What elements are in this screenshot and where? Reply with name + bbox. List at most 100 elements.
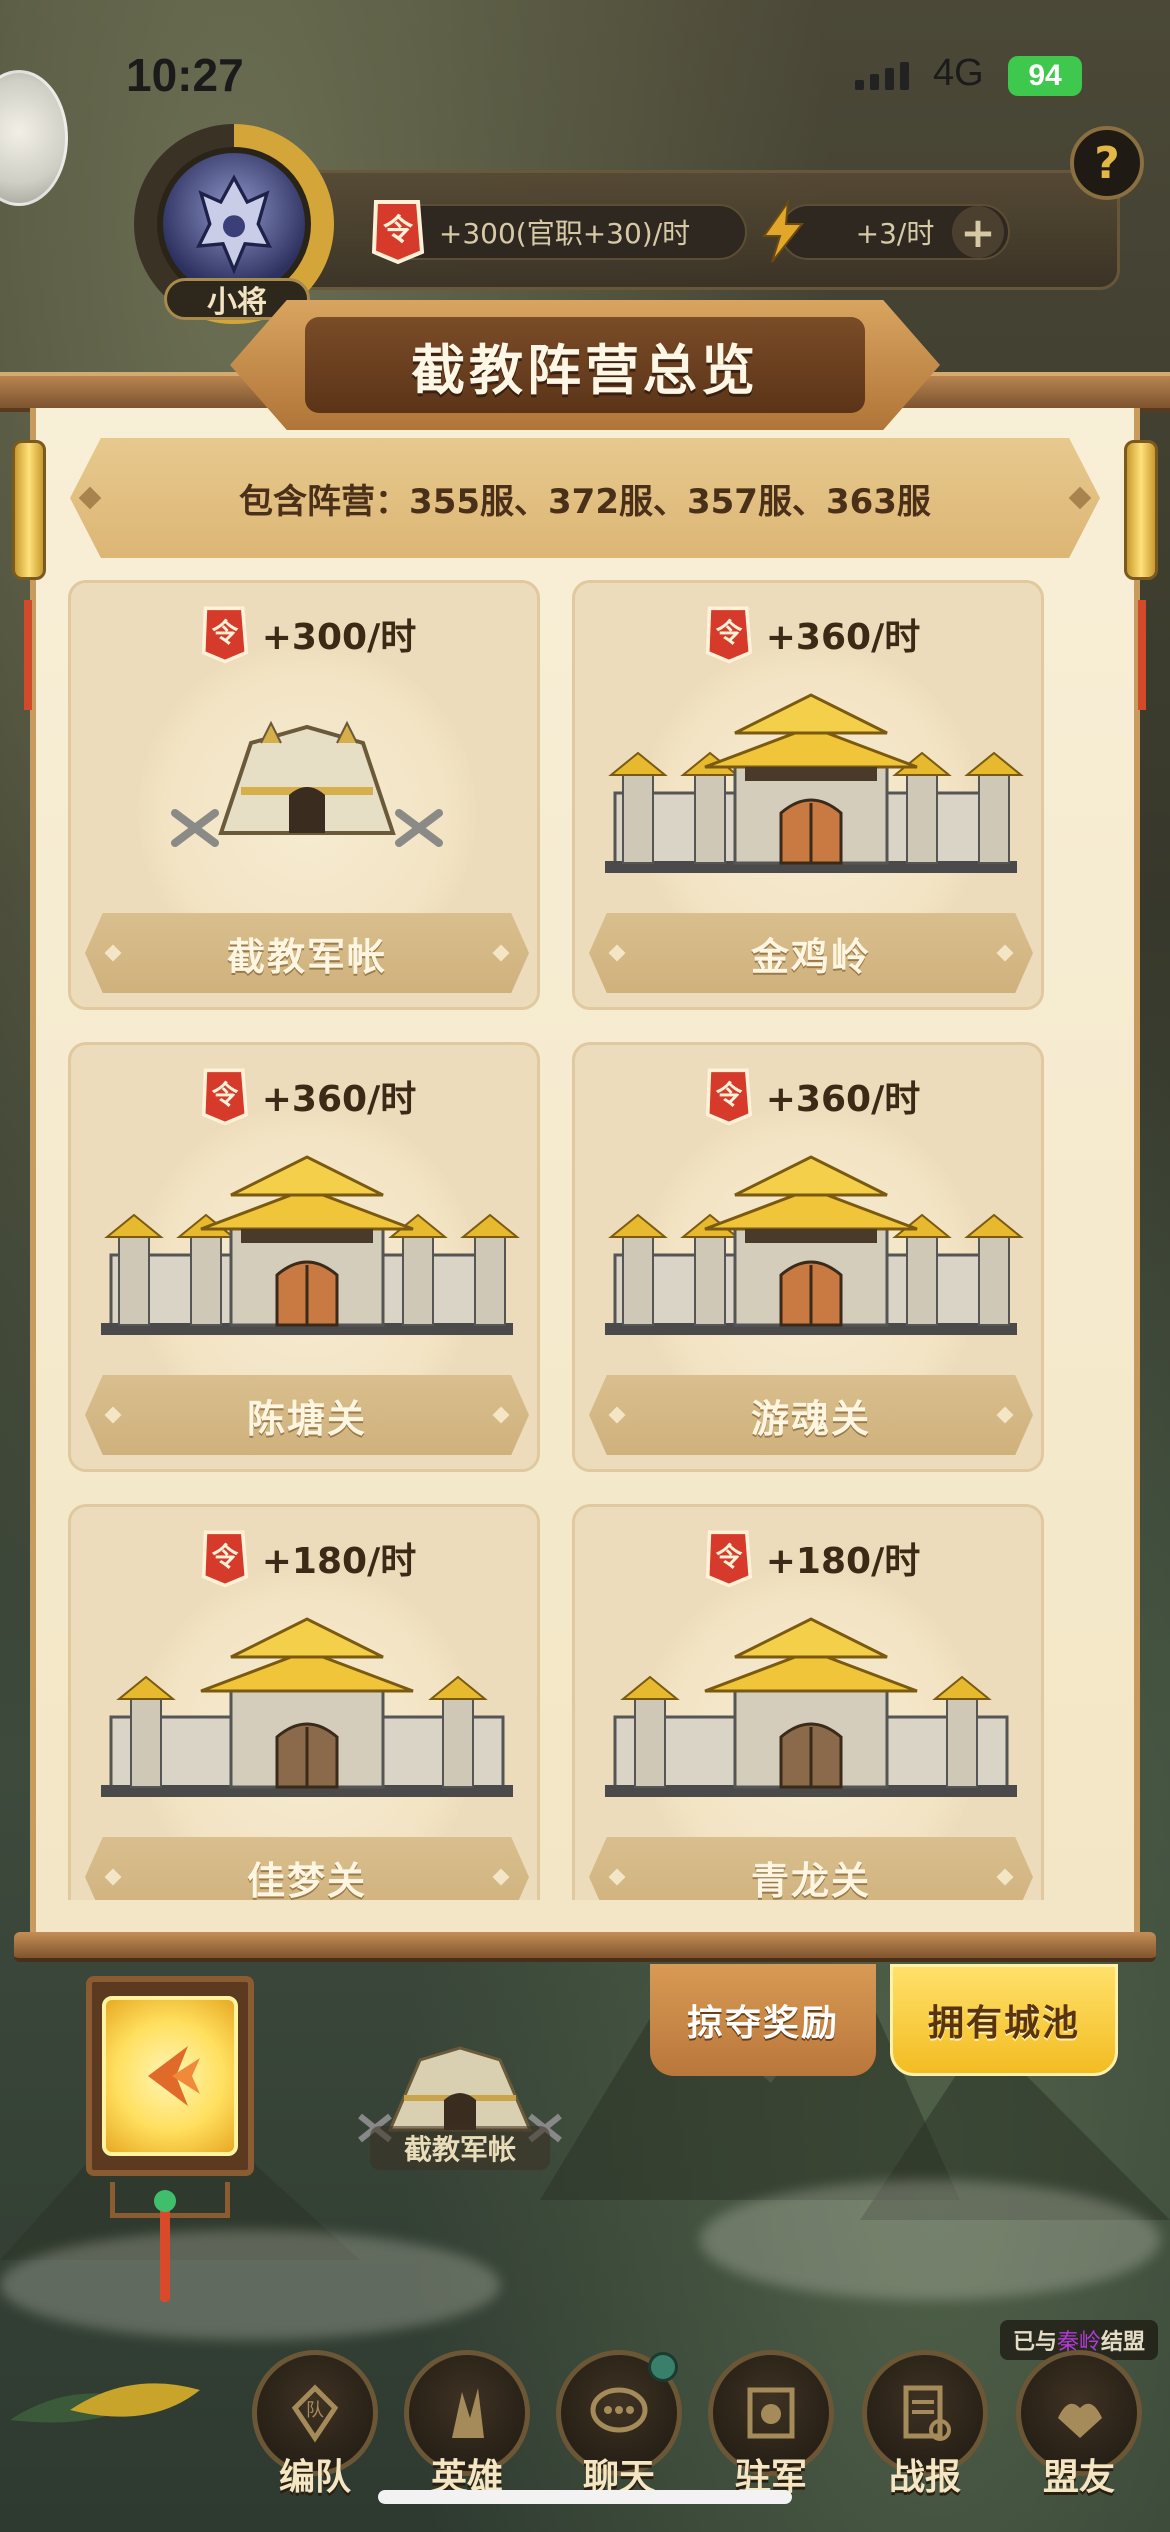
city-name: 佳梦关 — [246, 1858, 367, 1901]
city-income: 令 +300/时 — [71, 603, 537, 665]
factions-label: 包含阵营：355服、372服、357服、363服 — [239, 481, 931, 522]
command-token-icon: 令 — [201, 1068, 248, 1126]
city-income: 令 +180/时 — [71, 1527, 537, 1589]
status-bar: 10:27 4G 94 — [0, 0, 1170, 150]
city-building-icon — [605, 693, 1024, 873]
city-art — [595, 1145, 1027, 1345]
diamond-decor — [104, 944, 122, 962]
city-card[interactable]: 令 +180/时佳梦关 — [68, 1504, 540, 1900]
map-tent-label: 截教军帐 — [370, 2126, 550, 2170]
diamond-decor — [996, 1868, 1014, 1886]
tassel-knot-decor — [154, 2190, 176, 2212]
nav-label: 编队 — [278, 2457, 351, 2498]
lightning-icon — [762, 200, 805, 263]
svg-text:令: 令 — [715, 618, 742, 649]
city-card[interactable]: 令 +180/时青龙关 — [572, 1504, 1044, 1900]
title-plaque-inner: 截教阵营总览 — [305, 317, 865, 413]
city-name: 截教军帐 — [226, 934, 387, 979]
city-income: 令 +180/时 — [575, 1527, 1041, 1589]
city-income-text: +180/时 — [261, 1541, 417, 1582]
alliance-suffix: 结盟 — [1101, 2330, 1146, 2355]
city-art — [91, 1607, 523, 1807]
command-token-icon: 令 — [705, 606, 752, 664]
command-token-icon: 令 — [201, 606, 248, 664]
page-title: 截教阵营总览 — [411, 338, 759, 402]
tab-owned-cities[interactable]: 拥有城池 — [890, 1964, 1118, 2076]
diamond-decor — [996, 944, 1014, 962]
city-name: 陈塘关 — [246, 1396, 367, 1441]
diamond-decor — [996, 1406, 1014, 1424]
city-name-bar: 游魂关 — [589, 1375, 1033, 1455]
income-rate-text: +300(官职+30)/时 — [438, 217, 691, 250]
city-name: 金鸡岭 — [750, 934, 871, 979]
help-button[interactable]: ? — [1070, 126, 1144, 200]
city-building-icon — [101, 1617, 513, 1797]
city-income-text: +180/时 — [765, 1541, 921, 1582]
tab-loot-label: 掠夺奖励 — [686, 2003, 839, 2044]
svg-text:令: 令 — [715, 1542, 742, 1573]
tent-icon — [171, 720, 443, 847]
city-card[interactable]: 令 +300/时截教军帐 — [68, 580, 540, 1010]
svg-text:令: 令 — [715, 1080, 742, 1111]
city-income: 令 +360/时 — [71, 1065, 537, 1127]
diamond-decor — [492, 1406, 510, 1424]
title-plaque: 截教阵营总览 — [230, 300, 940, 430]
city-art — [91, 683, 523, 883]
signal-icon — [855, 62, 909, 90]
city-art — [595, 683, 1027, 883]
city-income: 令 +360/时 — [575, 603, 1041, 665]
lantern-decor — [12, 440, 46, 580]
report-icon — [903, 2385, 951, 2441]
battery-icon: 94 — [1008, 56, 1082, 96]
mist-decor — [0, 2230, 500, 2340]
diamond-decor — [608, 944, 626, 962]
city-card[interactable]: 令 +360/时陈塘关 — [68, 1042, 540, 1472]
city-name-bar: 陈塘关 — [85, 1375, 529, 1455]
city-name: 游魂关 — [750, 1396, 871, 1441]
back-button[interactable] — [102, 1996, 238, 2156]
lantern-decor — [1124, 440, 1158, 580]
ribbon-decor — [1138, 600, 1146, 710]
city-card[interactable]: 令 +360/时金鸡岭 — [572, 580, 1044, 1010]
status-time: 10:27 — [126, 49, 244, 101]
ribbon-decor — [24, 600, 32, 710]
chat-icon — [590, 2387, 648, 2433]
mist-decor — [700, 2180, 1160, 2300]
chat-notification-dot — [648, 2352, 678, 2382]
helmet-icon — [195, 174, 273, 275]
city-card[interactable]: 令 +360/时 游魂关 — [572, 1042, 1044, 1472]
energy-rate-text: +3/时 — [855, 217, 935, 250]
city-building-icon — [101, 1155, 520, 1335]
diamond-decor — [104, 1868, 122, 1886]
ally-icon — [1058, 2403, 1102, 2438]
alliance-prefix: 已与 — [1012, 2330, 1057, 2355]
svg-text:令: 令 — [211, 1080, 238, 1111]
city-grid: 令 +300/时 截教军帐 令 +360/时 金鸡岭 令 +360/时 陈塘关 令 +360/… — [68, 580, 1104, 1900]
city-name-bar: 截教军帐 — [85, 913, 529, 993]
scroll-bottom-rail — [14, 1932, 1156, 1962]
factions-banner: 包含阵营：355服、372服、357服、363服 — [70, 438, 1100, 558]
command-token-icon: 令 — [371, 200, 425, 265]
add-energy-button[interactable]: + — [952, 206, 1004, 258]
leaf-decor — [10, 2383, 200, 2423]
income-rate: +300(官职+30)/时 — [382, 204, 747, 260]
city-income-text: +360/时 — [261, 1079, 417, 1120]
city-name: 青龙关 — [750, 1858, 871, 1901]
svg-text:队: 队 — [306, 2400, 324, 2421]
home-indicator[interactable] — [378, 2490, 792, 2504]
diamond-decor — [104, 1406, 122, 1424]
city-building-icon — [605, 1155, 1024, 1335]
city-income-text: +300/时 — [261, 617, 417, 658]
diamond-decor — [492, 944, 510, 962]
back-arrow-icon — [148, 2046, 200, 2106]
command-token-icon: 令 — [705, 1068, 752, 1126]
city-name-bar: 佳梦关 — [85, 1837, 529, 1900]
command-token-icon: 令 — [201, 1530, 248, 1588]
diamond-decor — [608, 1868, 626, 1886]
tab-loot-rewards[interactable]: 掠夺奖励 — [650, 1964, 876, 2076]
garrison-icon — [747, 2387, 795, 2439]
diamond-decor — [492, 1868, 510, 1886]
city-building-icon — [605, 1617, 1017, 1797]
svg-text:令: 令 — [383, 213, 414, 248]
city-art — [91, 1145, 523, 1345]
